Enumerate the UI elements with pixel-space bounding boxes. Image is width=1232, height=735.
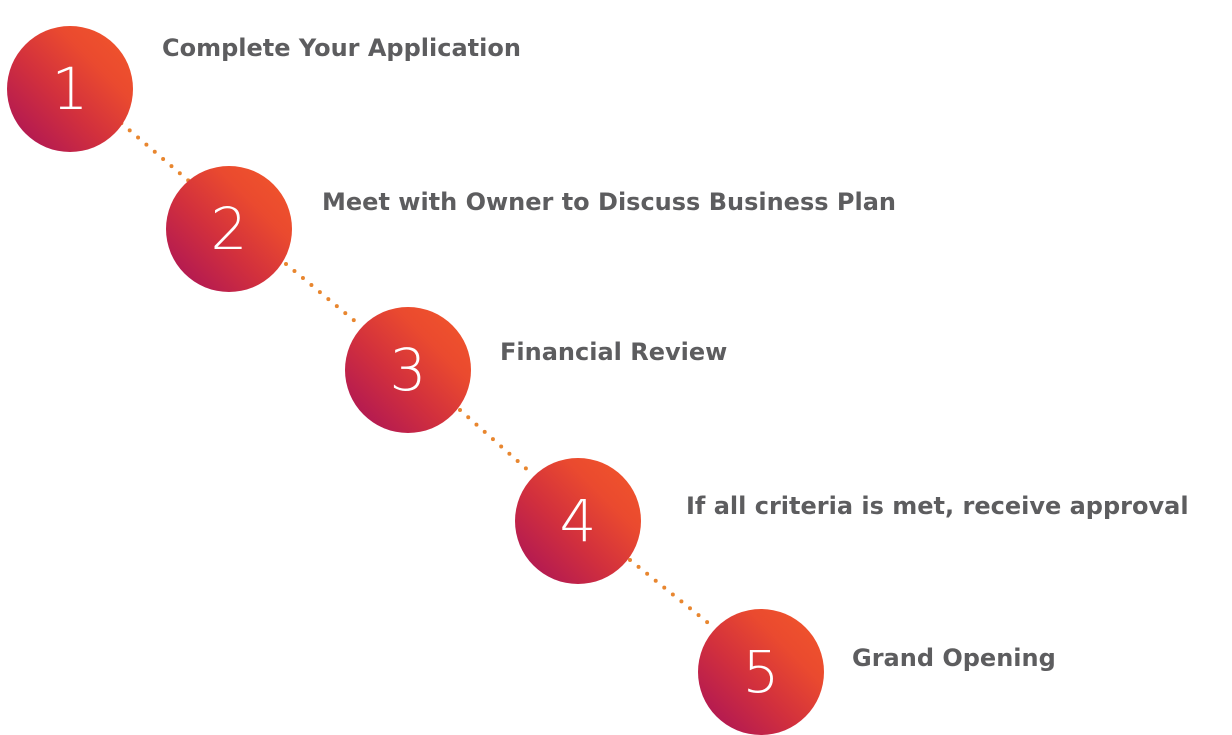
- step-connectors: [111, 114, 714, 628]
- step-5-number: 5: [742, 638, 780, 706]
- step-5-label: Grand Opening: [852, 644, 1056, 672]
- step-1-circle: 1: [7, 26, 133, 152]
- step-1-label: Complete Your Application: [162, 34, 521, 62]
- step-2-number: 2: [210, 195, 248, 263]
- step-2-circle: 2: [166, 166, 292, 292]
- step-3-circle: 3: [345, 307, 471, 433]
- step-1-number: 1: [51, 55, 89, 123]
- step-3-number: 3: [389, 336, 427, 404]
- connector-3-4: [458, 408, 532, 474]
- step-4-circle: 4: [515, 458, 641, 584]
- step-4-number: 4: [559, 487, 597, 555]
- connector-1-2: [111, 114, 192, 184]
- connector-4-5: [628, 558, 714, 628]
- step-2-label: Meet with Owner to Discuss Business Plan: [322, 188, 896, 216]
- step-3-label: Financial Review: [500, 338, 728, 366]
- step-5-circle: 5: [698, 609, 824, 735]
- step-4-label: If all criteria is met, receive approval: [686, 492, 1189, 520]
- connector-2-3: [284, 262, 358, 324]
